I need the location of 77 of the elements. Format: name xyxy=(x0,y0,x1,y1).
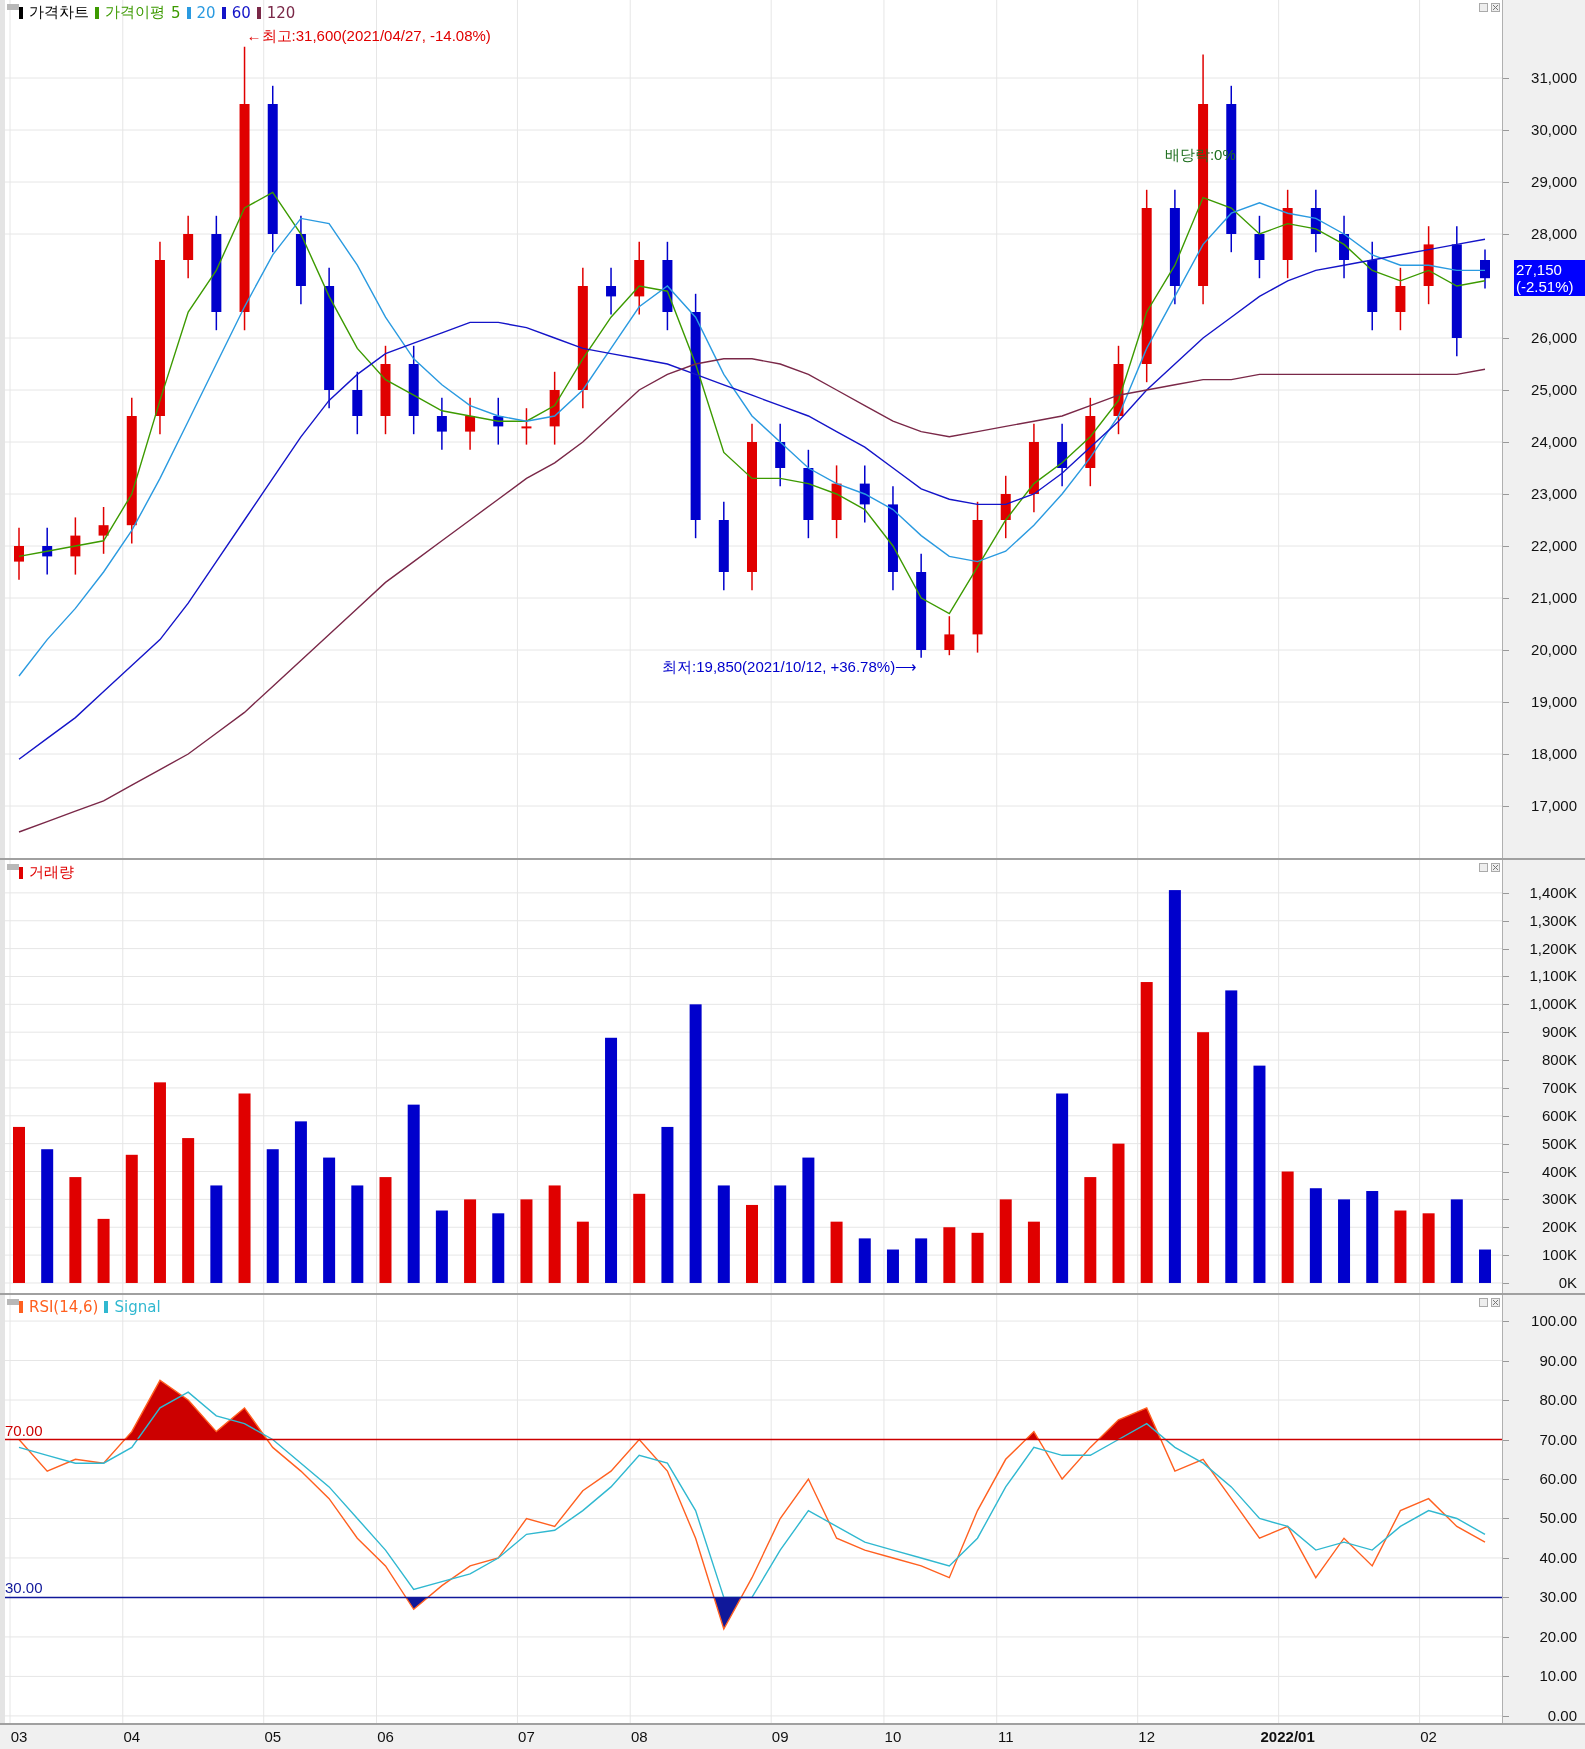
axis-label: 90.00 xyxy=(1539,1352,1577,1369)
axis-label: 2022/01 xyxy=(1260,1728,1315,1745)
axis-label: 800K xyxy=(1541,1052,1577,1069)
axis-label: 18,000 xyxy=(1531,746,1577,762)
legend-label: 거래량 xyxy=(29,863,74,882)
legend-swatch xyxy=(95,6,99,19)
axis-label: 50.00 xyxy=(1539,1510,1577,1527)
axis-label: 26,000 xyxy=(1531,330,1577,346)
axis-label: 1,200K xyxy=(1529,940,1577,957)
price-annotation: ←최고:31,600(2021/04/27, -14.08%) xyxy=(246,26,491,44)
axis-label: 30.00 xyxy=(1539,1589,1577,1606)
axis-label: 1,400K xyxy=(1529,884,1577,901)
axis-label: 1,300K xyxy=(1529,912,1577,929)
close-icon[interactable] xyxy=(1491,3,1500,12)
legend-label: 120 xyxy=(266,3,296,22)
legend-label: 가격차트 xyxy=(29,3,89,22)
axis-label: 24,000 xyxy=(1531,434,1577,450)
axis-label: 70.00 xyxy=(1539,1431,1577,1448)
restore-icon[interactable] xyxy=(1479,1298,1488,1307)
legend-label: 가격이평 xyxy=(105,3,165,22)
axis-label: 21,000 xyxy=(1531,590,1577,606)
axis-label: 0.00 xyxy=(1547,1707,1577,1724)
axis-label: 400K xyxy=(1541,1163,1577,1180)
axis-label: 300K xyxy=(1541,1191,1577,1208)
legend-label: Signal xyxy=(114,1298,161,1316)
threshold-label: 30.00 xyxy=(5,1579,43,1597)
axis-label: 10 xyxy=(884,1728,902,1745)
price-annotation: 최저:19,850(2021/10/12, +36.78%)⟶ xyxy=(662,657,918,675)
axis-label: 10.00 xyxy=(1539,1668,1577,1685)
axis-label: 11 xyxy=(997,1728,1014,1745)
axis-label: 1,100K xyxy=(1529,968,1577,985)
panel-handle-icon[interactable] xyxy=(7,1299,19,1305)
axis-label: 17,000 xyxy=(1531,798,1577,814)
axis-label: 22,000 xyxy=(1531,538,1577,554)
axis-label: 100.00 xyxy=(1531,1313,1577,1330)
axis-label: 80.00 xyxy=(1539,1392,1577,1408)
axis-label: 20,000 xyxy=(1531,642,1577,658)
axis-label: 09 xyxy=(771,1728,789,1745)
axis-label: 03 xyxy=(10,1728,28,1745)
axis-label: 700K xyxy=(1541,1079,1577,1096)
axis-label: 19,000 xyxy=(1531,694,1577,710)
axis-label: 04 xyxy=(123,1728,141,1745)
axis-label: 20.00 xyxy=(1539,1628,1577,1645)
axis-label: 200K xyxy=(1541,1219,1577,1236)
legend-label: 60 xyxy=(231,3,251,22)
axis-label: 08 xyxy=(630,1728,648,1745)
axis-label: 29,000 xyxy=(1531,174,1577,190)
axis-label: 40.00 xyxy=(1539,1549,1577,1566)
close-icon[interactable] xyxy=(1491,1298,1500,1307)
current-price-tag: 27,150 (-2.51%) xyxy=(1514,260,1585,297)
axis-label: 28,000 xyxy=(1531,226,1577,242)
legend-label: RSI(14,6) xyxy=(29,1298,99,1316)
axis-label: 31,000 xyxy=(1531,70,1577,86)
axis-label: 12 xyxy=(1138,1728,1156,1745)
panel-handle-icon[interactable] xyxy=(7,4,19,10)
threshold-label: 70.00 xyxy=(5,1421,43,1439)
axis-label: 06 xyxy=(377,1728,394,1745)
legend-label: 20 xyxy=(196,3,216,22)
restore-icon[interactable] xyxy=(1479,3,1488,12)
axis-label: 500K xyxy=(1541,1135,1577,1152)
close-icon[interactable] xyxy=(1491,863,1500,872)
axis-label: 100K xyxy=(1541,1247,1577,1264)
axis-label: 02 xyxy=(1420,1728,1437,1745)
axis-label: 23,000 xyxy=(1531,486,1577,502)
axis-label: 25,000 xyxy=(1531,382,1577,398)
axis-label: 07 xyxy=(518,1728,535,1745)
axis-label: 05 xyxy=(264,1728,282,1745)
axis-label: 900K xyxy=(1541,1024,1577,1041)
restore-icon[interactable] xyxy=(1479,863,1488,872)
panel-handle-icon[interactable] xyxy=(7,864,19,870)
axis-label: 0K xyxy=(1558,1274,1577,1291)
axis-label: 1,000K xyxy=(1529,996,1577,1013)
axis-label: 600K xyxy=(1541,1107,1577,1124)
legend-swatch xyxy=(19,6,23,19)
axis-label: 60.00 xyxy=(1539,1471,1577,1487)
legend-label: 5 xyxy=(171,3,181,22)
axis-label: 30,000 xyxy=(1531,122,1577,138)
